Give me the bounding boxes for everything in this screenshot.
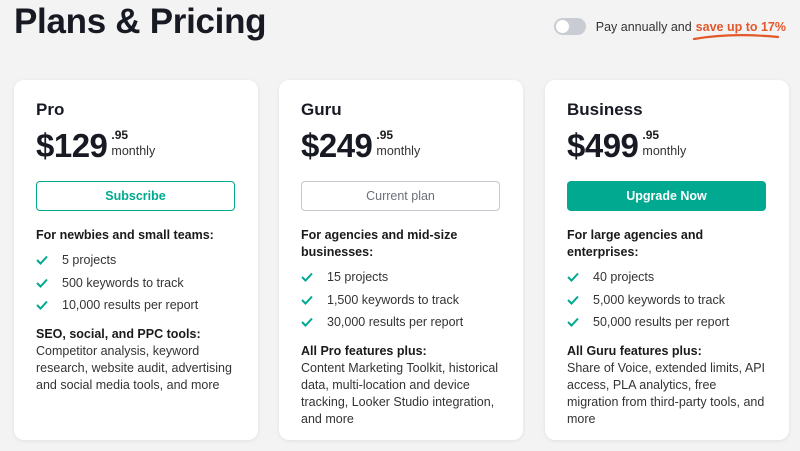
- billing-label: Pay annually and: [595, 19, 692, 34]
- plan-name: Guru: [301, 100, 342, 119]
- price-amount: $249: [301, 127, 373, 164]
- plan-card-business: Business $499 .95 monthly Upgrade Now Fo…: [545, 80, 789, 440]
- plan-audience: For agencies and mid-size businesses:: [301, 228, 458, 259]
- annual-billing-toggle[interactable]: [553, 18, 586, 35]
- check-icon: [301, 295, 319, 305]
- feature-item: 40 projects: [567, 266, 767, 289]
- check-icon: [301, 317, 319, 328]
- price: $249 .95 monthly: [301, 127, 501, 167]
- check-icon: [36, 278, 54, 288]
- price: $129 .95 monthly: [36, 127, 236, 167]
- feature-label: 5,000 keywords to track: [593, 292, 726, 307]
- feature-item: 10,000 results per report: [36, 294, 236, 317]
- feature-label: 1,500 keywords to track: [327, 292, 460, 307]
- price-period: monthly: [376, 144, 421, 158]
- plan-card-pro: Pro $129 .95 monthly Subscribe For newbi…: [14, 80, 258, 440]
- feature-label: 30,000 results per report: [327, 315, 464, 330]
- save-text: save up to 17%: [695, 19, 786, 34]
- feature-label: 15 projects: [327, 270, 389, 285]
- check-icon: [36, 255, 54, 266]
- feature-label: 5 projects: [62, 253, 117, 268]
- feature-label: 500 keywords to track: [62, 275, 184, 290]
- price-period: monthly: [642, 144, 687, 158]
- page-title: Plans & Pricing: [14, 2, 267, 41]
- plan-card-guru: Guru $249 .95 monthly Current plan For a…: [279, 80, 523, 440]
- price-amount: $499: [567, 127, 639, 164]
- feature-list: 40 projects 5,000 keywords to track 50,0…: [567, 266, 767, 334]
- feature-item: 15 projects: [301, 266, 501, 289]
- check-icon: [567, 272, 585, 283]
- plan-audience: For large agencies and enterprises:: [567, 228, 704, 259]
- tools-heading: All Guru features plus:: [567, 343, 702, 358]
- tools-heading: All Pro features plus:: [301, 343, 427, 358]
- plan-name: Business: [567, 100, 643, 119]
- tools-description: Competitor analysis, keyword research, w…: [36, 343, 232, 392]
- check-icon: [301, 272, 319, 283]
- feature-item: 1,500 keywords to track: [301, 289, 501, 312]
- price-period: monthly: [111, 144, 156, 158]
- plan-name: Pro: [36, 100, 65, 119]
- price-cents: .95: [376, 128, 394, 142]
- feature-item: 30,000 results per report: [301, 311, 501, 334]
- toggle-knob: [555, 20, 569, 33]
- check-icon: [567, 295, 585, 305]
- feature-label: 40 projects: [593, 270, 655, 285]
- feature-item: 5 projects: [36, 249, 236, 272]
- price-cents: .95: [642, 128, 660, 142]
- price-amount: $129: [36, 127, 108, 164]
- underline-swoosh-icon: [692, 33, 779, 40]
- feature-item: 50,000 results per report: [567, 311, 767, 334]
- tools-heading: SEO, social, and PPC tools:: [36, 326, 201, 341]
- feature-item: 5,000 keywords to track: [567, 289, 767, 312]
- tools-description: Share of Voice, extended limits, API acc…: [567, 360, 766, 426]
- subscribe-button[interactable]: Subscribe: [36, 181, 235, 211]
- current-plan-button[interactable]: Current plan: [301, 181, 500, 211]
- upgrade-now-button[interactable]: Upgrade Now: [567, 181, 766, 211]
- price-cents: .95: [111, 128, 129, 142]
- feature-label: 50,000 results per report: [593, 315, 730, 330]
- plan-audience: For newbies and small teams:: [36, 228, 214, 242]
- tools-description: Content Marketing Toolkit, historical da…: [301, 360, 499, 426]
- save-highlight: save up to 17%: [692, 19, 786, 40]
- price: $499 .95 monthly: [567, 127, 767, 167]
- feature-label: 10,000 results per report: [62, 298, 199, 313]
- feature-list: 15 projects 1,500 keywords to track 30,0…: [301, 266, 501, 334]
- feature-list: 5 projects 500 keywords to track 10,000 …: [36, 249, 236, 317]
- check-icon: [36, 300, 54, 311]
- check-icon: [567, 317, 585, 328]
- billing-toggle-group: Pay annually and save up to 17%: [553, 18, 786, 40]
- feature-item: 500 keywords to track: [36, 272, 236, 295]
